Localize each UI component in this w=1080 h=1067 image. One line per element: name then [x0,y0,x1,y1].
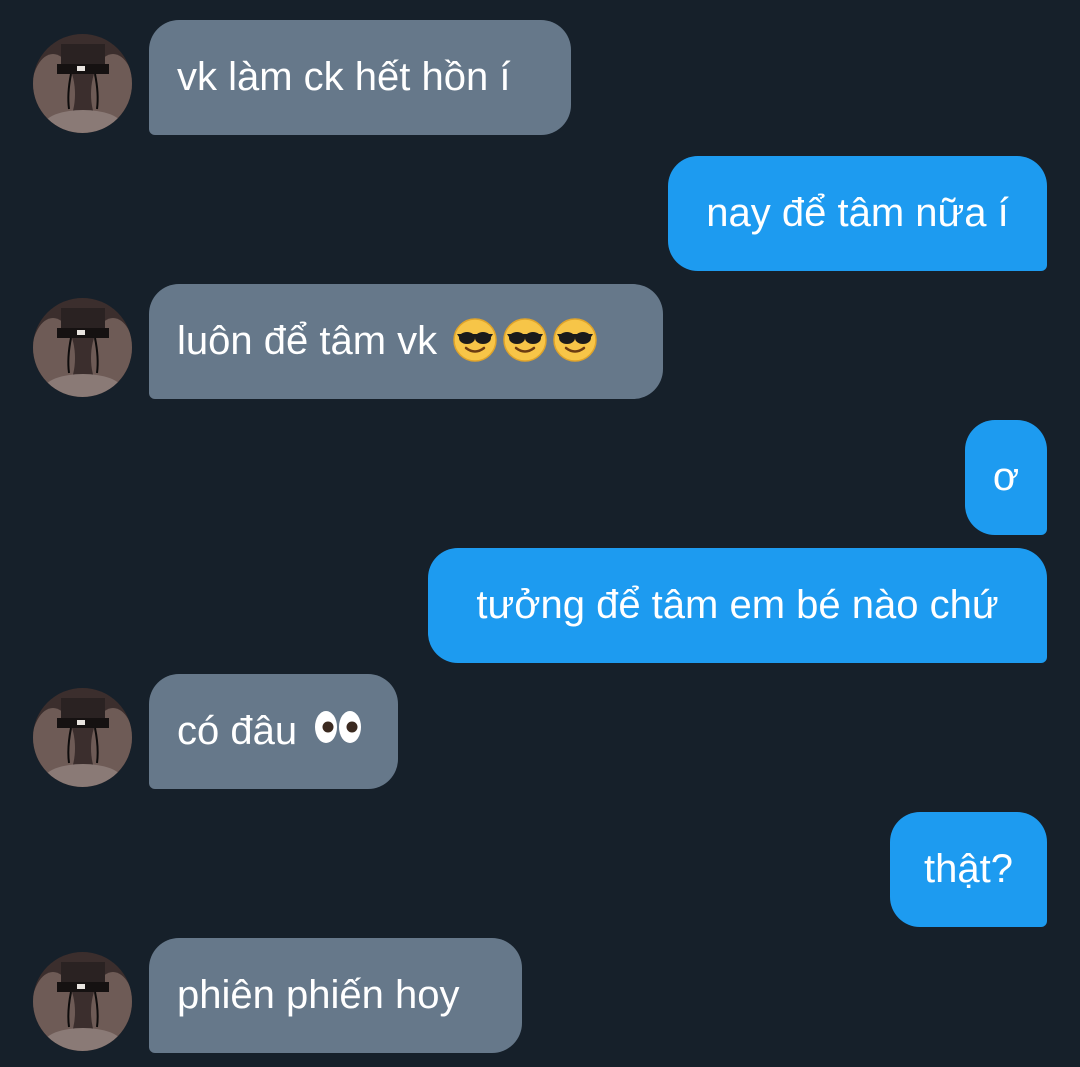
eyes-icon [312,707,358,753]
message-bubble-outgoing[interactable]: thật? [890,812,1047,927]
avatar[interactable] [33,952,132,1051]
message-text: thật? [924,847,1013,891]
message-bubble-incoming[interactable]: có đâu [149,674,398,789]
message-text: phiên phiến hoy [177,973,460,1017]
message-text: ơ [992,455,1020,499]
message-text: có đâu [177,709,298,753]
avatar[interactable] [33,688,132,787]
message-bubble-outgoing[interactable]: ơ [965,420,1047,535]
smiling-face-with-sunglasses-icon [452,317,498,363]
message-bubble-incoming[interactable]: luôn để tâm vk [149,284,663,399]
avatar[interactable] [33,298,132,397]
avatar-image [33,688,132,787]
avatar-image [33,298,132,397]
smiling-face-with-sunglasses-icon [552,317,598,363]
message-bubble-incoming[interactable]: vk làm ck hết hồn í [149,20,571,135]
message-bubble-outgoing[interactable]: nay để tâm nữa í [668,156,1047,271]
avatar-image [33,952,132,1051]
message-text: luôn để tâm vk [177,319,438,363]
message-text: nay để tâm nữa í [706,191,1009,235]
avatar[interactable] [33,34,132,133]
smiling-face-with-sunglasses-icon [502,317,548,363]
message-text: tưởng để tâm em bé nào chứ [476,583,999,627]
avatar-image [33,34,132,133]
message-bubble-incoming[interactable]: phiên phiến hoy [149,938,522,1053]
message-bubble-outgoing[interactable]: tưởng để tâm em bé nào chứ [428,548,1047,663]
message-text: vk làm ck hết hồn í [177,55,511,99]
